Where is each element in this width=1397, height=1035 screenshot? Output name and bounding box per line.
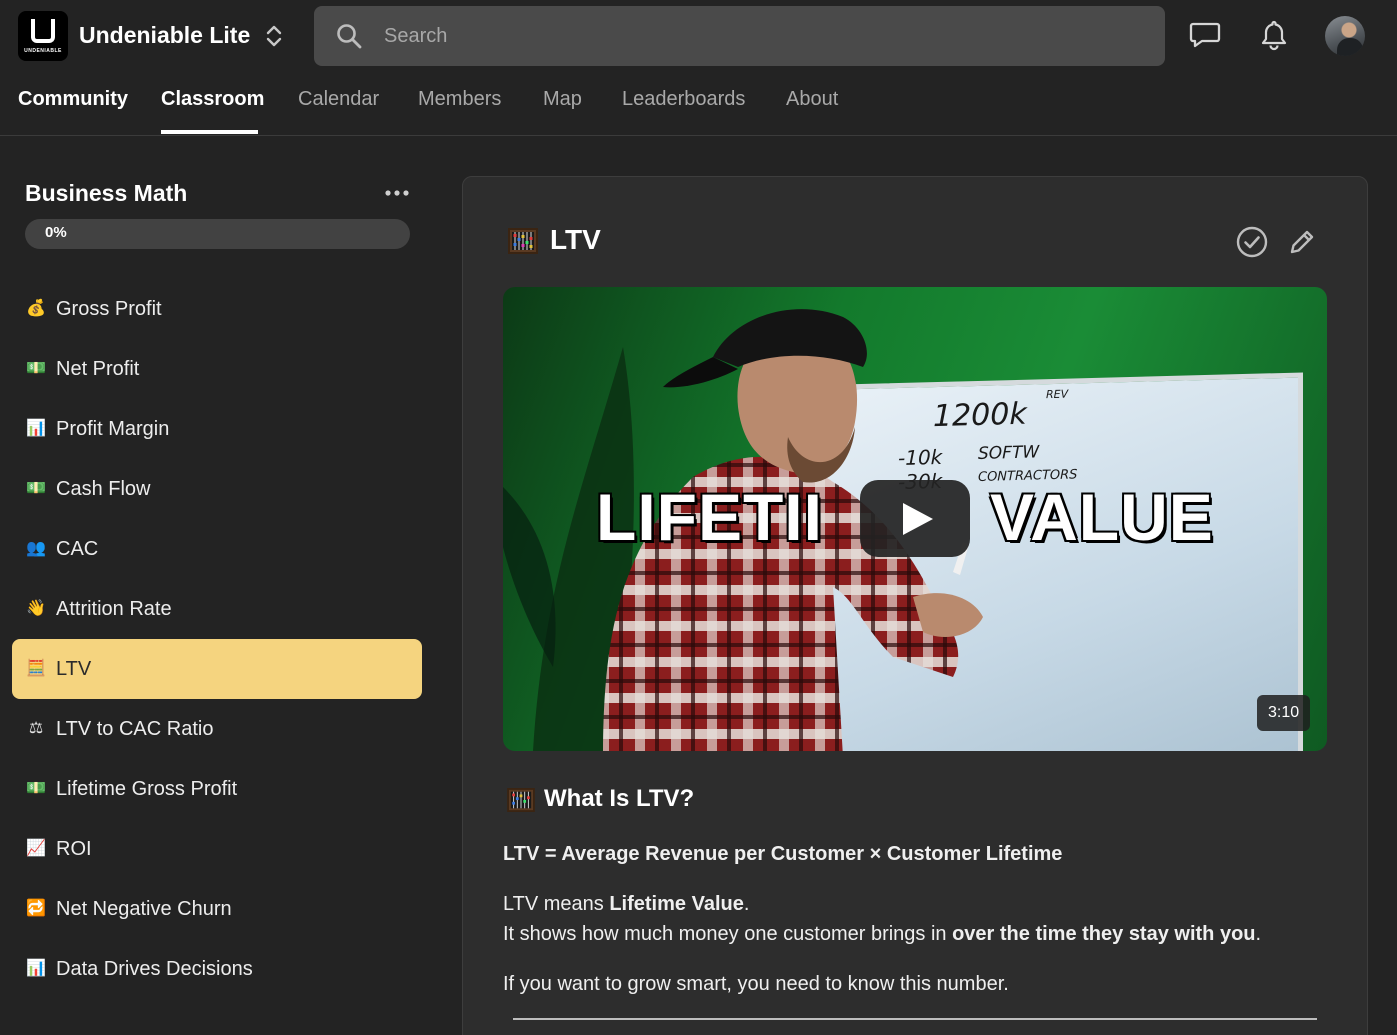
progress-percent: 0%	[45, 224, 67, 241]
thumbnail-title-right: VALUE	[990, 480, 1214, 554]
lesson-label: Gross Profit	[56, 298, 162, 320]
thumbnail-title-left: LIFETII	[596, 480, 823, 554]
tab-classroom[interactable]: Classroom	[161, 88, 264, 111]
lesson-label: LTV	[56, 658, 92, 680]
lesson-item-profit-margin[interactable]: 📊 Profit Margin	[12, 399, 422, 459]
tab-members[interactable]: Members	[418, 88, 501, 111]
text-span: .	[1255, 923, 1262, 945]
lesson-item-attrition-rate[interactable]: 👋 Attrition Rate	[12, 579, 422, 639]
paragraph-grow-smart: If you want to grow smart, you need to k…	[503, 973, 1009, 995]
bar-chart-icon: 📊	[26, 420, 46, 437]
tab-map[interactable]: Map	[543, 88, 582, 111]
lesson-item-net-profit[interactable]: 💵 Net Profit	[12, 339, 422, 399]
lesson-item-gross-profit[interactable]: 💰 Gross Profit	[12, 279, 422, 339]
tab-community[interactable]: Community	[18, 88, 128, 111]
tab-leaderboards[interactable]: Leaderboards	[622, 88, 745, 111]
dollar-bill-icon: 💵	[26, 360, 46, 377]
lesson-item-lifetime-gross-profit[interactable]: 💵 Lifetime Gross Profit	[12, 759, 422, 819]
search-bar[interactable]	[314, 6, 1165, 66]
paragraph-ltv-meaning: LTV means Lifetime Value.	[503, 893, 1323, 916]
abacus-icon	[507, 788, 535, 812]
search-input[interactable]	[384, 6, 1144, 66]
search-icon	[337, 24, 362, 49]
lesson-item-data-drives-decisions[interactable]: 📊 Data Drives Decisions	[12, 939, 422, 999]
video-player[interactable]: 1200k REV -10k -30k SOFTW CONTRACTORS LI…	[503, 287, 1327, 751]
lesson-title: LTV	[550, 224, 601, 255]
course-title: Business Math	[25, 180, 188, 206]
tab-about[interactable]: About	[786, 88, 838, 111]
text-span: .	[743, 893, 750, 915]
formula-text: LTV = Average Revenue per Customer × Cus…	[503, 843, 1063, 865]
lesson-item-cac[interactable]: 👥 CAC	[12, 519, 422, 579]
avatar[interactable]	[1325, 16, 1365, 56]
chat-icon[interactable]	[1188, 18, 1222, 52]
chevron-up-down-icon[interactable]	[262, 22, 286, 50]
abacus-icon	[508, 228, 538, 254]
lesson-label: LTV to CAC Ratio	[56, 718, 214, 740]
lesson-item-cash-flow[interactable]: 💵 Cash Flow	[12, 459, 422, 519]
whiteboard-text: REV	[1046, 387, 1069, 402]
scales-icon: ⚖	[28, 720, 44, 737]
lesson-item-roi[interactable]: 📈 ROI	[12, 819, 422, 879]
text-span: It shows how much money one customer bri…	[503, 923, 953, 945]
dollar-bill-icon: 💵	[26, 480, 46, 497]
lesson-label: ROI	[56, 838, 92, 860]
paragraph-ltv-explanation: It shows how much money one customer bri…	[503, 923, 1323, 946]
more-options-icon[interactable]	[384, 184, 410, 202]
lesson-label: Lifetime Gross Profit	[56, 778, 238, 800]
app-logo[interactable]: UNDENIABLE	[18, 11, 68, 61]
active-tab-indicator	[161, 130, 258, 134]
mark-complete-icon[interactable]	[1235, 225, 1269, 259]
money-bag-icon: 💰	[26, 300, 46, 317]
bell-icon[interactable]	[1257, 18, 1291, 52]
course-progress-bar: 0%	[25, 219, 410, 249]
logo-word: UNDENIABLE	[24, 48, 62, 54]
abacus-icon: 🧮	[26, 660, 46, 677]
bold-text: Lifetime Value	[609, 893, 744, 915]
text-span: LTV means	[503, 893, 610, 915]
section-heading: What Is LTV?	[544, 785, 695, 812]
lesson-label: Profit Margin	[56, 418, 170, 440]
lesson-item-net-negative-churn[interactable]: 🔁 Net Negative Churn	[12, 879, 422, 939]
bold-text: over the time they stay with you	[952, 923, 1256, 945]
video-duration: 3:10	[1257, 695, 1311, 731]
logo-mark-icon	[31, 17, 55, 43]
top-bar: UNDENIABLE Undeniable Lite	[0, 0, 1397, 70]
tab-calendar[interactable]: Calendar	[298, 88, 379, 111]
waving-hand-icon: 👋	[26, 600, 46, 617]
repeat-icon: 🔁	[26, 900, 46, 917]
people-icon: 👥	[26, 540, 46, 557]
lesson-item-ltv-to-cac-ratio[interactable]: ⚖ LTV to CAC Ratio	[12, 699, 422, 759]
bar-chart-icon: 📊	[26, 960, 46, 977]
chart-increasing-icon: 📈	[26, 840, 46, 857]
divider	[513, 1018, 1317, 1020]
pencil-icon[interactable]	[1286, 226, 1318, 258]
lesson-item-ltv[interactable]: 🧮 LTV	[12, 639, 422, 699]
dollar-bill-icon: 💵	[26, 780, 46, 797]
lesson-label: Attrition Rate	[56, 598, 172, 620]
app-name[interactable]: Undeniable Lite	[79, 22, 250, 49]
main-nav: Community Classroom Calendar Members Map…	[0, 70, 1397, 136]
lesson-label: Cash Flow	[56, 478, 151, 500]
lesson-label: Net Negative Churn	[56, 898, 232, 920]
lesson-label: Data Drives Decisions	[56, 958, 253, 980]
lesson-label: Net Profit	[56, 358, 140, 380]
play-button[interactable]	[860, 480, 970, 557]
lesson-label: CAC	[56, 538, 99, 560]
